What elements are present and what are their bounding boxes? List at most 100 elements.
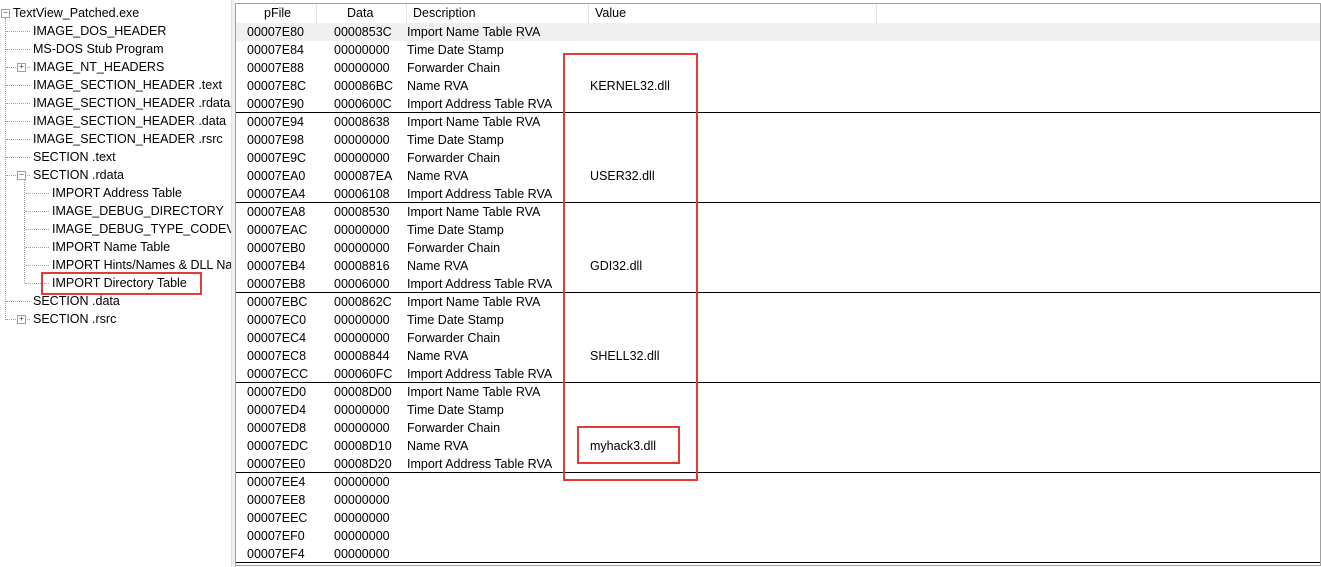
table-row[interactable]: 00007ED4 00000000 Time Date Stamp	[236, 401, 1320, 419]
description-cell: Time Date Stamp	[407, 133, 504, 147]
pfile-cell: 00007ECC	[247, 367, 309, 381]
value-column-highlight-box	[563, 53, 698, 481]
tree-item-label: SECTION .rdata	[33, 168, 124, 182]
tree-connector	[25, 247, 49, 248]
expand-toggle-icon[interactable]: +	[17, 315, 26, 324]
tree-item-image-debug-directory[interactable]: IMAGE_DEBUG_DIRECTORY	[0, 202, 231, 220]
table-row[interactable]: 00007ECC 000060FC Import Address Table RVA	[236, 365, 1320, 383]
table-row[interactable]: 00007EC4 00000000 Forwarder Chain	[236, 329, 1320, 347]
table-row[interactable]: 00007EE0 00008D20 Import Address Table RVA	[236, 455, 1320, 473]
data-cell: 00008530	[334, 205, 390, 219]
table-row[interactable]: 00007EA4 00006108 Import Address Table RVA	[236, 185, 1320, 203]
description-cell: Import Name Table RVA	[407, 25, 541, 39]
tree-connector	[6, 49, 30, 50]
pfile-cell: 00007EA4	[247, 187, 306, 201]
description-cell: Import Address Table RVA	[407, 457, 553, 471]
tree-item-image-section-header-rdata[interactable]: IMAGE_SECTION_HEADER .rdata	[0, 94, 231, 112]
data-cell: 00000000	[334, 133, 390, 147]
table-row[interactable]: 00007EBC 0000862C Import Name Table RVA	[236, 293, 1320, 311]
table-row[interactable]: 00007EDC 00008D10 Name RVA myhack3.dll	[236, 437, 1320, 455]
table-row[interactable]: 00007ED0 00008D00 Import Name Table RVA	[236, 383, 1320, 401]
table-row[interactable]: 00007EF4 00000000	[236, 545, 1320, 563]
table-row[interactable]: 00007EC8 00008844 Name RVA SHELL32.dll	[236, 347, 1320, 365]
data-cell: 00000000	[334, 313, 390, 327]
tree-connector	[6, 31, 30, 32]
tree-item-image-section-header-text[interactable]: IMAGE_SECTION_HEADER .text	[0, 76, 231, 94]
pfile-cell: 00007ED8	[247, 421, 307, 435]
tree-item-image-section-header-rsrc[interactable]: IMAGE_SECTION_HEADER .rsrc	[0, 130, 231, 148]
table-row[interactable]: 00007EB4 00008816 Name RVA GDI32.dll	[236, 257, 1320, 275]
data-cell: 00000000	[334, 547, 390, 561]
table-row[interactable]: 00007EF0 00000000	[236, 527, 1320, 545]
table-row[interactable]: 00007EE4 00000000	[236, 473, 1320, 491]
data-cell: 00000000	[334, 475, 390, 489]
tree-item-section-rsrc[interactable]: + SECTION .rsrc	[0, 310, 231, 328]
collapse-toggle-icon[interactable]: −	[1, 9, 10, 18]
table-row[interactable]: 00007E90 0000600C Import Address Table RVA	[236, 95, 1320, 113]
data-cell: 00000000	[334, 511, 390, 525]
description-cell: Name RVA	[407, 349, 469, 363]
tree-item-import-name-table[interactable]: IMPORT Name Table	[0, 238, 231, 256]
table-row[interactable]: 00007EA8 00008530 Import Name Table RVA	[236, 203, 1320, 221]
tree-connector	[6, 301, 30, 302]
tree-item-image-debug-type-codeview[interactable]: IMAGE_DEBUG_TYPE_CODEVIEW	[0, 220, 231, 238]
column-header-description[interactable]: Description	[407, 4, 589, 23]
data-cell: 00000000	[334, 223, 390, 237]
pfile-cell: 00007EB8	[247, 277, 306, 291]
tree-item-label: IMAGE_SECTION_HEADER .data	[33, 114, 227, 128]
description-cell: Import Name Table RVA	[407, 385, 541, 399]
pfile-cell: 00007EA8	[247, 205, 306, 219]
data-list-view[interactable]: pFile Data Description Value 00007E80 000085…	[235, 3, 1321, 566]
pfile-cell: 00007EC4	[247, 331, 307, 345]
table-row[interactable]: 00007ED8 00000000 Forwarder Chain	[236, 419, 1320, 437]
tree-connector	[25, 211, 49, 212]
table-row[interactable]: 00007E80 0000853C Import Name Table RVA	[236, 23, 1320, 41]
table-row[interactable]: 00007EB8 00006000 Import Address Table RVA	[236, 275, 1320, 293]
pfile-cell: 00007EE4	[247, 475, 306, 489]
column-header-pfile[interactable]: pFile	[236, 4, 317, 23]
data-cell: 00008D00	[334, 385, 392, 399]
tree-item-label: IMPORT Address Table	[52, 186, 182, 200]
tree-item-image-section-header-data[interactable]: IMAGE_SECTION_HEADER .data	[0, 112, 231, 130]
tree-item-image-dos-header[interactable]: IMAGE_DOS_HEADER	[0, 22, 231, 40]
pfile-cell: 00007EBC	[247, 295, 308, 309]
table-row[interactable]: 00007EA0 000087EA Name RVA USER32.dll	[236, 167, 1320, 185]
column-header-data[interactable]: Data	[317, 4, 407, 23]
tree-item-label: IMAGE_SECTION_HEADER .rdata	[33, 96, 231, 110]
pfile-cell: 00007EC0	[247, 313, 307, 327]
pfile-cell: 00007EE8	[247, 493, 306, 507]
tree-item-section-rdata[interactable]: − SECTION .rdata	[0, 166, 231, 184]
tree-connector	[6, 103, 30, 104]
description-cell: Time Date Stamp	[407, 43, 504, 57]
collapse-toggle-icon[interactable]: −	[17, 171, 26, 180]
table-row[interactable]: 00007EC0 00000000 Time Date Stamp	[236, 311, 1320, 329]
expand-toggle-icon[interactable]: +	[17, 63, 26, 72]
table-row[interactable]: 00007E84 00000000 Time Date Stamp	[236, 41, 1320, 59]
table-row[interactable]: 00007EAC 00000000 Time Date Stamp	[236, 221, 1320, 239]
table-row[interactable]: 00007EE8 00000000	[236, 491, 1320, 509]
data-cell: 000087EA	[334, 169, 393, 183]
tree-item-label: IMAGE_DEBUG_TYPE_CODEVIEW	[52, 222, 231, 236]
table-row[interactable]: 00007EB0 00000000 Forwarder Chain	[236, 239, 1320, 257]
description-cell: Import Address Table RVA	[407, 277, 553, 291]
tree-item-import-address-table[interactable]: IMPORT Address Table	[0, 184, 231, 202]
table-row[interactable]: 00007E9C 00000000 Forwarder Chain	[236, 149, 1320, 167]
table-row[interactable]: 00007E98 00000000 Time Date Stamp	[236, 131, 1320, 149]
table-row[interactable]: 00007E94 00008638 Import Name Table RVA	[236, 113, 1320, 131]
table-row[interactable]: 00007E88 00000000 Forwarder Chain	[236, 59, 1320, 77]
table-row[interactable]: 00007E8C 000086BC Name RVA KERNEL32.dll	[236, 77, 1320, 95]
description-cell: Import Address Table RVA	[407, 97, 553, 111]
tree-item-ms-dos-stub-program[interactable]: MS-DOS Stub Program	[0, 40, 231, 58]
description-cell: Name RVA	[407, 169, 469, 183]
table-row[interactable]: 00007EEC 00000000	[236, 509, 1320, 527]
tree-item-image-nt-headers[interactable]: + IMAGE_NT_HEADERS	[0, 58, 231, 76]
tree-connector	[25, 193, 49, 194]
group-separator	[236, 292, 1320, 293]
file-structure-tree[interactable]: − TextView_Patched.exe IMAGE_DOS_HEADER MS-…	[0, 0, 231, 567]
pfile-cell: 00007EF4	[247, 547, 305, 561]
pfile-cell: 00007ED4	[247, 403, 307, 417]
column-header-value[interactable]: Value	[589, 4, 877, 23]
data-cell: 00008638	[334, 115, 390, 129]
tree-item-section-text[interactable]: SECTION .text	[0, 148, 231, 166]
tree-item-section-data[interactable]: SECTION .data	[0, 292, 231, 310]
